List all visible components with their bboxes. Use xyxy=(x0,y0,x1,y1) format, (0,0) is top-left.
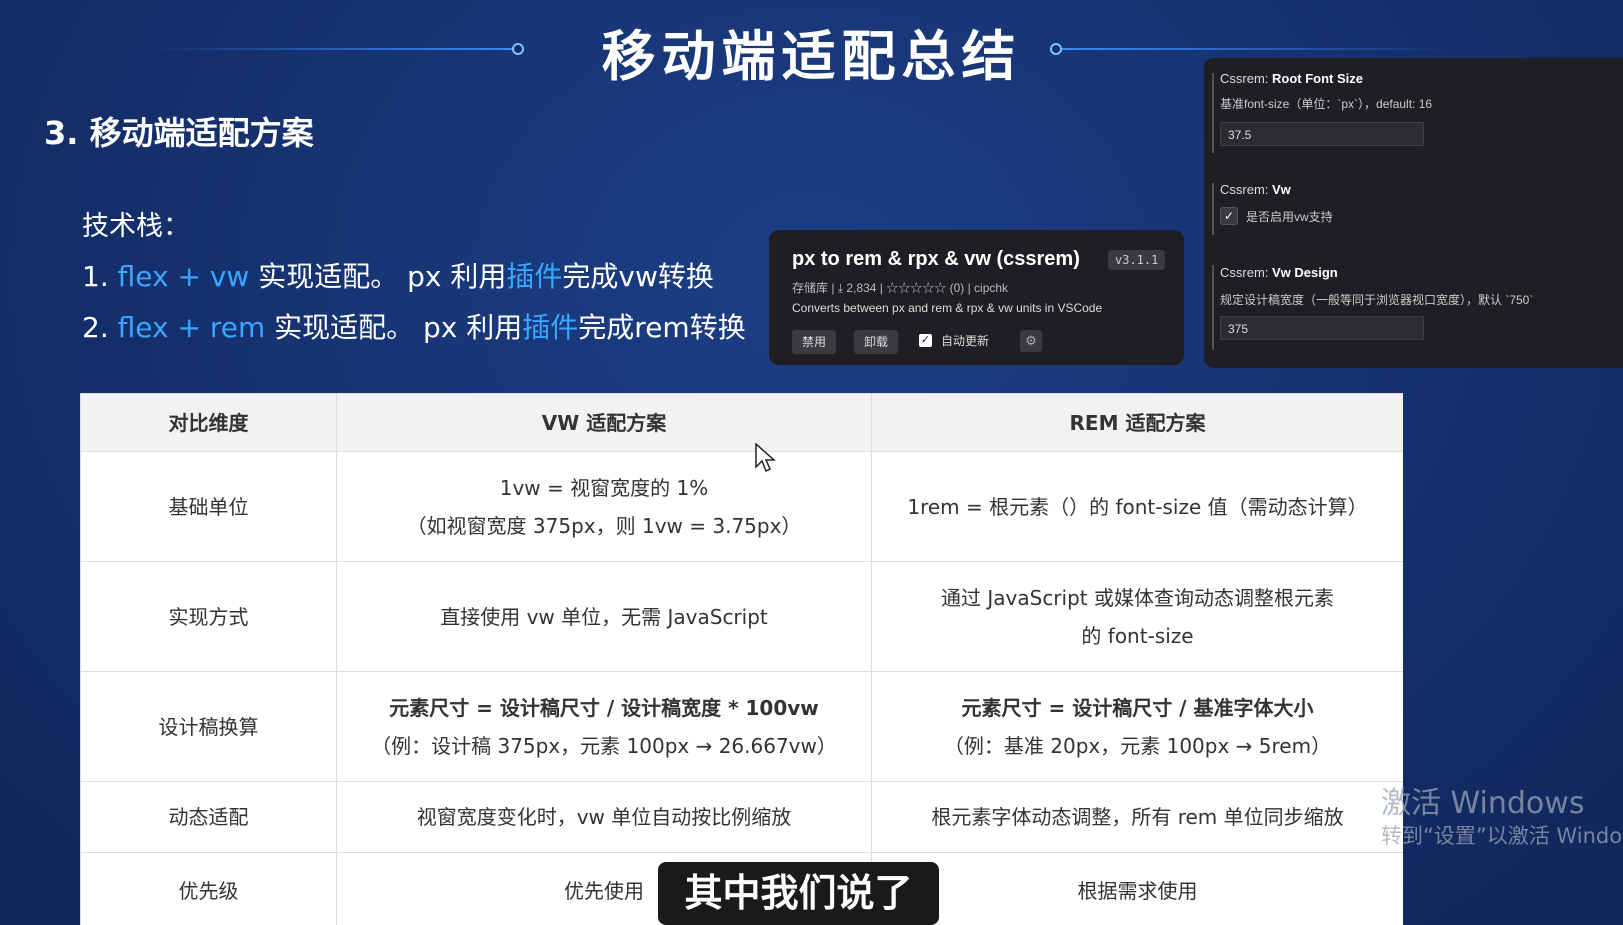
cell-line: （例：基准 20px，元素 100px → 5rem） xyxy=(943,733,1332,758)
vw-enable-label: 是否启用vw支持 xyxy=(1246,210,1333,224)
tech-stack-item-1: 1. flex + vw 实现适配。 px 利用插件完成vw转换 xyxy=(82,255,714,295)
windows-activation-watermark: 激活 Windows xyxy=(1381,786,1585,821)
row-rem-cell: 通过 JavaScript 或媒体查询动态调整根元素的 font-size xyxy=(871,561,1403,672)
setting-vw-design-desc: 规定设计稿宽度（一般等同于浏览器视口宽度），默认 `750` xyxy=(1220,293,1534,307)
item-highlight: flex + rem xyxy=(117,311,266,344)
cell-line: 直接使用 vw 单位，无需 JavaScript xyxy=(440,604,768,629)
row-vw-cell: 元素尺寸 = 设计稿尺寸 / 设计稿宽度 * 100vw （例：设计稿 375px… xyxy=(336,671,872,782)
mouse-cursor-icon xyxy=(755,443,776,473)
cell-line: （如视窗宽度 375px，则 1vw = 3.75px） xyxy=(406,513,802,538)
setting-prefix: Cssrem: xyxy=(1220,182,1272,197)
cell-line: 元素尺寸 = 设计稿尺寸 / 基准字体大小 xyxy=(961,695,1314,720)
setting-indicator xyxy=(1212,265,1214,350)
table-row: 基础单位 1vw = 视窗宽度的 1% （如视窗宽度 375px，则 1vw = … xyxy=(80,451,1403,562)
row-rem-cell: 元素尺寸 = 设计稿尺寸 / 基准字体大小 （例：基准 20px，元素 100px… xyxy=(871,671,1403,782)
cell-line: 1vw = 视窗宽度的 1% xyxy=(499,475,709,500)
setting-indicator xyxy=(1212,183,1214,235)
root-font-size-input[interactable]: 37.5 xyxy=(1220,122,1424,146)
row-dimension: 优先级 xyxy=(80,852,337,925)
item-text-end: 完成rem转换 xyxy=(578,311,746,344)
table-header-row: 对比维度 VW 适配方案 REM 适配方案 xyxy=(80,393,1403,452)
tech-stack-item-2: 2. flex + rem 实现适配。 px 利用插件完成rem转换 xyxy=(82,306,746,346)
row-vw-cell: 视窗宽度变化时，vw 单位自动按比例缩放 xyxy=(336,781,872,853)
table-row: 动态适配 视窗宽度变化时，vw 单位自动按比例缩放 根元素字体动态调整，所有 r… xyxy=(80,781,1403,853)
row-dimension: 动态适配 xyxy=(80,781,337,853)
auto-update-label: 自动更新 xyxy=(941,334,990,348)
extension-name: px to rem & rpx & vw (cssrem) xyxy=(792,248,1080,270)
setting-name: Root Font Size xyxy=(1272,71,1363,86)
cell-line: 1rem = 根元素（）的 font-size 值（需动态计算） xyxy=(907,494,1368,519)
item-number: 1. xyxy=(82,260,118,293)
windows-activation-hint: 转到“设置”以激活 Windo xyxy=(1381,824,1623,848)
cell-line: 元素尺寸 = 设计稿尺寸 / 设计稿宽度 * 100vw xyxy=(389,695,819,720)
setting-prefix: Cssrem: xyxy=(1220,71,1272,86)
section-title: 3. 移动端适配方案 xyxy=(44,114,314,152)
setting-indicator xyxy=(1212,73,1214,153)
vw-enable-checkbox[interactable]: ✓ xyxy=(1220,207,1238,225)
vw-design-input[interactable]: 375 xyxy=(1220,316,1424,340)
row-dimension: 设计稿换算 xyxy=(80,671,337,782)
item-text-end: 完成vw转换 xyxy=(562,260,714,293)
row-dimension: 基础单位 xyxy=(80,451,337,562)
extension-card: px to rem & rpx & vw (cssrem) v3.1.1 存储库… xyxy=(769,230,1184,365)
setting-prefix: Cssrem: xyxy=(1220,265,1272,280)
cell-line: （例：设计稿 375px，元素 100px → 26.667vw） xyxy=(371,733,837,758)
disable-button[interactable]: 禁用 xyxy=(792,330,837,354)
extension-meta: 存储库 | ⤓ 2,834 | ☆☆☆☆☆ (0) | cipchk xyxy=(792,281,1009,295)
item-highlight: flex + vw xyxy=(117,260,250,293)
uninstall-button[interactable]: 卸载 xyxy=(854,330,899,354)
auto-update-checkbox[interactable]: ✓ xyxy=(919,334,932,347)
item-text: 实现适配。 px 利用 xyxy=(265,311,523,344)
subtitle-caption: 其中我们说了 xyxy=(658,862,939,925)
item-highlight-plugin: 插件 xyxy=(506,260,563,293)
comparison-table: 对比维度 VW 适配方案 REM 适配方案 基础单位 1vw = 视窗宽度的 1… xyxy=(80,393,1403,925)
extension-description: Converts between px and rem & rpx & vw u… xyxy=(792,301,1103,315)
extension-version-badge: v3.1.1 xyxy=(1108,250,1166,270)
item-number: 2. xyxy=(82,311,118,344)
header-rem: REM 适配方案 xyxy=(871,393,1403,452)
setting-name: Vw xyxy=(1272,182,1291,197)
setting-vw-design-title: Cssrem: Vw Design xyxy=(1220,265,1338,280)
row-vw-cell: 1vw = 视窗宽度的 1% （如视窗宽度 375px，则 1vw = 3.75p… xyxy=(336,451,872,562)
row-rem-cell: 根据需求使用 xyxy=(871,852,1403,925)
row-dimension: 实现方式 xyxy=(80,561,337,672)
row-vw-cell: 直接使用 vw 单位，无需 JavaScript xyxy=(336,561,872,672)
tech-stack-label: 技术栈： xyxy=(82,211,190,242)
gear-icon[interactable]: ⚙ xyxy=(1020,330,1042,352)
setting-vw-title: Cssrem: Vw xyxy=(1220,182,1291,197)
table-row: 实现方式 直接使用 vw 单位，无需 JavaScript 通过 JavaScr… xyxy=(80,561,1403,672)
row-rem-cell: 根元素字体动态调整，所有 rem 单位同步缩放 xyxy=(871,781,1403,853)
settings-panel: Cssrem: Root Font Size 基准font-size（单位：`p… xyxy=(1204,58,1623,368)
setting-root-font-size-desc: 基准font-size（单位：`px`），default: 16 xyxy=(1220,97,1433,111)
setting-name: Vw Design xyxy=(1272,265,1338,280)
item-text: 实现适配。 px 利用 xyxy=(249,260,507,293)
row-rem-cell: 1rem = 根元素（）的 font-size 值（需动态计算） xyxy=(871,451,1403,562)
header-dimension: 对比维度 xyxy=(80,393,337,452)
header-vw: VW 适配方案 xyxy=(336,393,872,452)
cell-line: 的 font-size xyxy=(1081,623,1194,648)
table-row: 设计稿换算 元素尺寸 = 设计稿尺寸 / 设计稿宽度 * 100vw （例：设计稿… xyxy=(80,671,1403,782)
cell-line: 通过 JavaScript 或媒体查询动态调整根元素 xyxy=(941,585,1334,610)
item-highlight-plugin: 插件 xyxy=(522,311,579,344)
setting-root-font-size-title: Cssrem: Root Font Size xyxy=(1220,71,1363,86)
